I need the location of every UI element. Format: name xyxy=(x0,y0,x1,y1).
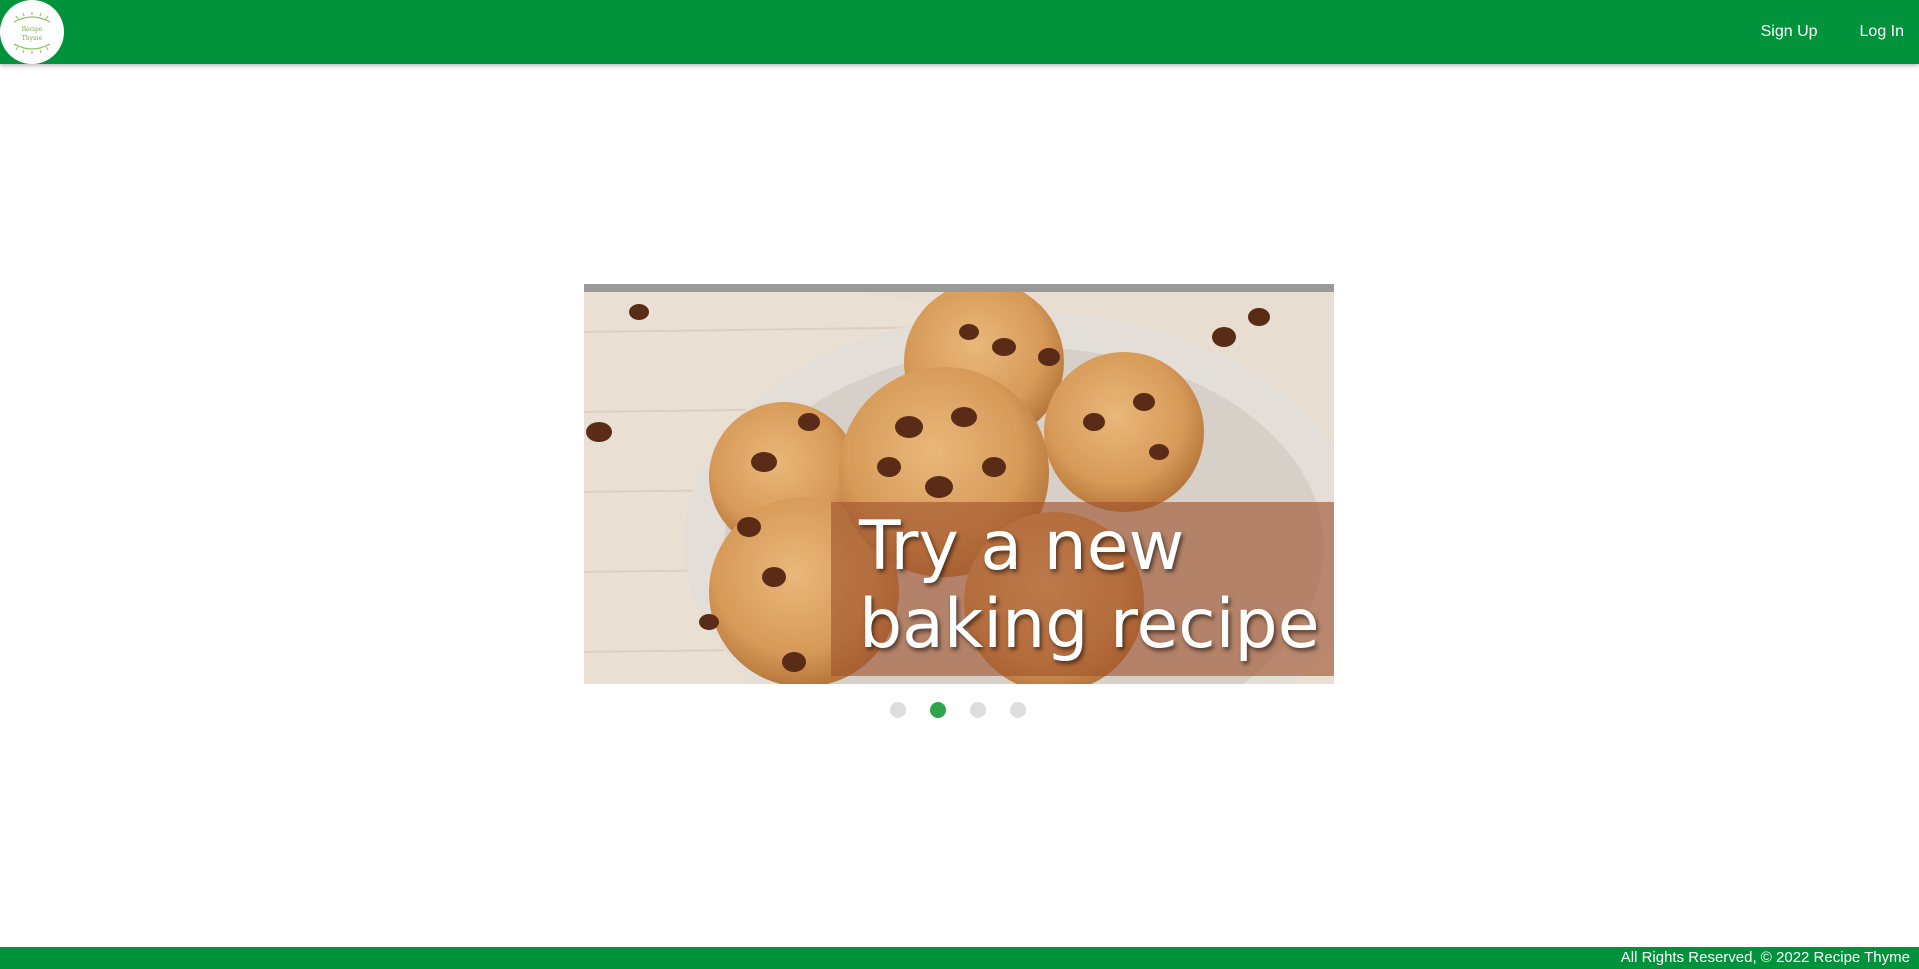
slide-caption: Try a new baking recipe xyxy=(859,507,1320,664)
hero-carousel[interactable]: Try a new baking recipe xyxy=(584,284,1334,684)
header-nav: Sign Up Log In xyxy=(1719,0,1904,64)
page-footer: All Rights Reserved, © 2022 Recipe Thyme xyxy=(0,947,1919,969)
carousel-dot-2[interactable] xyxy=(930,702,946,718)
carousel-dot-4[interactable] xyxy=(1010,702,1026,718)
slide-caption-box: Try a new baking recipe xyxy=(831,502,1334,676)
sign-up-link[interactable]: Sign Up xyxy=(1719,23,1818,41)
logo-icon: Recipe Thyme xyxy=(1,1,63,63)
top-navbar: Recipe Thyme Sign Up Log In xyxy=(0,0,1919,64)
carousel-dot-1[interactable] xyxy=(890,702,906,718)
carousel-dot-3[interactable] xyxy=(970,702,986,718)
logo-text-top: Recipe xyxy=(22,26,43,33)
logo-text-bottom: Thyme xyxy=(22,35,43,42)
copyright-text: All Rights Reserved, © 2022 Recipe Thyme xyxy=(1620,949,1910,966)
recipe-thyme-logo[interactable]: Recipe Thyme xyxy=(0,0,64,64)
log-in-link[interactable]: Log In xyxy=(1818,23,1904,41)
